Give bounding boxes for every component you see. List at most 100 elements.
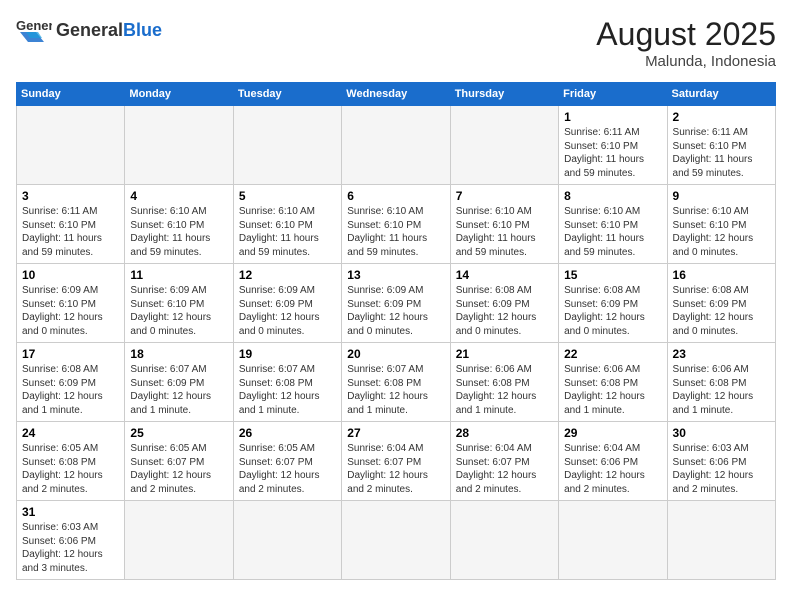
day-info: Sunrise: 6:05 AM Sunset: 6:07 PM Dayligh… [239, 442, 336, 496]
day-info: Sunrise: 6:11 AM Sunset: 6:10 PM Dayligh… [22, 205, 119, 259]
day-number: 3 [22, 189, 119, 203]
logo: General GeneralBlue [16, 16, 162, 44]
day-info: Sunrise: 6:10 AM Sunset: 6:10 PM Dayligh… [239, 205, 336, 259]
calendar-cell: 18 Sunrise: 6:07 AM Sunset: 6:09 PM Dayli… [125, 343, 233, 422]
calendar-cell: 6Sunrise: 6:10 AM Sunset: 6:10 PM Daylig… [342, 185, 450, 264]
day-info: Sunrise: 6:05 AM Sunset: 6:08 PM Dayligh… [22, 442, 119, 496]
calendar-cell: 29Sunrise: 6:04 AM Sunset: 6:06 PM Dayli… [559, 422, 667, 501]
calendar-cell [342, 106, 450, 185]
calendar-cell: 20Sunrise: 6:07 AM Sunset: 6:08 PM Dayli… [342, 343, 450, 422]
logo-text: GeneralBlue [56, 20, 162, 41]
day-number: 12 [239, 268, 336, 282]
day-info: Sunrise: 6:05 AM Sunset: 6:07 PM Dayligh… [130, 442, 227, 496]
calendar-cell [17, 106, 125, 185]
day-number: 31 [22, 505, 119, 519]
logo-icon: General [16, 16, 52, 44]
day-info: Sunrise: 6:09 AM Sunset: 6:10 PM Dayligh… [130, 284, 227, 338]
svg-text:General: General [16, 18, 52, 33]
calendar-cell [233, 501, 341, 580]
calendar-cell: 4Sunrise: 6:10 AM Sunset: 6:10 PM Daylig… [125, 185, 233, 264]
weekday-monday: Monday [125, 83, 233, 106]
calendar-week-6: 31 Sunrise: 6:03 AM Sunset: 6:06 PM Dayli… [17, 501, 776, 580]
day-number: 16 [673, 268, 770, 282]
day-info: Sunrise: 6:06 AM Sunset: 6:08 PM Dayligh… [564, 363, 661, 417]
calendar-week-5: 24Sunrise: 6:05 AM Sunset: 6:08 PM Dayli… [17, 422, 776, 501]
calendar-cell: 26 Sunrise: 6:05 AM Sunset: 6:07 PM Dayli… [233, 422, 341, 501]
page-header: General GeneralBlue August 2025 Malunda,… [16, 16, 776, 70]
day-info: Sunrise: 6:09 AM Sunset: 6:10 PM Dayligh… [22, 284, 119, 338]
calendar-cell: 16 Sunrise: 6:08 AM Sunset: 6:09 PM Dayli… [667, 264, 775, 343]
day-info: Sunrise: 6:08 AM Sunset: 6:09 PM Dayligh… [22, 363, 119, 417]
day-info: Sunrise: 6:03 AM Sunset: 6:06 PM Dayligh… [673, 442, 770, 496]
day-info: Sunrise: 6:04 AM Sunset: 6:07 PM Dayligh… [347, 442, 444, 496]
calendar-cell: 15Sunrise: 6:08 AM Sunset: 6:09 PM Dayli… [559, 264, 667, 343]
day-number: 26 [239, 426, 336, 440]
calendar-cell: 5 Sunrise: 6:10 AM Sunset: 6:10 PM Daylig… [233, 185, 341, 264]
calendar-cell [450, 106, 558, 185]
weekday-saturday: Saturday [667, 83, 775, 106]
day-info: Sunrise: 6:10 AM Sunset: 6:10 PM Dayligh… [564, 205, 661, 259]
day-info: Sunrise: 6:06 AM Sunset: 6:08 PM Dayligh… [673, 363, 770, 417]
calendar-header: SundayMondayTuesdayWednesdayThursdayFrid… [17, 83, 776, 106]
calendar-cell: 27 Sunrise: 6:04 AM Sunset: 6:07 PM Dayli… [342, 422, 450, 501]
month-year-title: August 2025 [596, 16, 776, 53]
weekday-header-row: SundayMondayTuesdayWednesdayThursdayFrid… [17, 83, 776, 106]
day-number: 30 [673, 426, 770, 440]
day-info: Sunrise: 6:11 AM Sunset: 6:10 PM Dayligh… [564, 126, 661, 180]
calendar-cell: 31 Sunrise: 6:03 AM Sunset: 6:06 PM Dayli… [17, 501, 125, 580]
weekday-thursday: Thursday [450, 83, 558, 106]
day-number: 27 [347, 426, 444, 440]
calendar-cell [342, 501, 450, 580]
day-number: 23 [673, 347, 770, 361]
day-number: 9 [673, 189, 770, 203]
title-area: August 2025 Malunda, Indonesia [596, 16, 776, 70]
day-number: 4 [130, 189, 227, 203]
weekday-tuesday: Tuesday [233, 83, 341, 106]
calendar-week-1: 1Sunrise: 6:11 AM Sunset: 6:10 PM Daylig… [17, 106, 776, 185]
calendar-cell [559, 501, 667, 580]
day-number: 20 [347, 347, 444, 361]
day-number: 19 [239, 347, 336, 361]
calendar-cell [125, 501, 233, 580]
day-number: 10 [22, 268, 119, 282]
day-info: Sunrise: 6:08 AM Sunset: 6:09 PM Dayligh… [673, 284, 770, 338]
day-info: Sunrise: 6:10 AM Sunset: 6:10 PM Dayligh… [456, 205, 553, 259]
day-info: Sunrise: 6:08 AM Sunset: 6:09 PM Dayligh… [456, 284, 553, 338]
day-info: Sunrise: 6:07 AM Sunset: 6:08 PM Dayligh… [239, 363, 336, 417]
day-number: 21 [456, 347, 553, 361]
calendar-cell: 21Sunrise: 6:06 AM Sunset: 6:08 PM Dayli… [450, 343, 558, 422]
calendar-cell [233, 106, 341, 185]
calendar-cell: 13Sunrise: 6:09 AM Sunset: 6:09 PM Dayli… [342, 264, 450, 343]
calendar-cell: 1Sunrise: 6:11 AM Sunset: 6:10 PM Daylig… [559, 106, 667, 185]
calendar-cell: 14Sunrise: 6:08 AM Sunset: 6:09 PM Dayli… [450, 264, 558, 343]
calendar-cell: 10 Sunrise: 6:09 AM Sunset: 6:10 PM Dayli… [17, 264, 125, 343]
day-number: 11 [130, 268, 227, 282]
calendar-week-3: 10 Sunrise: 6:09 AM Sunset: 6:10 PM Dayli… [17, 264, 776, 343]
day-info: Sunrise: 6:07 AM Sunset: 6:09 PM Dayligh… [130, 363, 227, 417]
day-number: 7 [456, 189, 553, 203]
day-number: 28 [456, 426, 553, 440]
day-info: Sunrise: 6:10 AM Sunset: 6:10 PM Dayligh… [673, 205, 770, 259]
day-info: Sunrise: 6:11 AM Sunset: 6:10 PM Dayligh… [673, 126, 770, 180]
day-info: Sunrise: 6:03 AM Sunset: 6:06 PM Dayligh… [22, 521, 119, 575]
day-info: Sunrise: 6:10 AM Sunset: 6:10 PM Dayligh… [347, 205, 444, 259]
calendar-cell: 24Sunrise: 6:05 AM Sunset: 6:08 PM Dayli… [17, 422, 125, 501]
day-info: Sunrise: 6:08 AM Sunset: 6:09 PM Dayligh… [564, 284, 661, 338]
day-number: 18 [130, 347, 227, 361]
calendar-cell: 22Sunrise: 6:06 AM Sunset: 6:08 PM Dayli… [559, 343, 667, 422]
day-number: 25 [130, 426, 227, 440]
day-number: 2 [673, 110, 770, 124]
calendar-week-2: 3 Sunrise: 6:11 AM Sunset: 6:10 PM Daylig… [17, 185, 776, 264]
weekday-wednesday: Wednesday [342, 83, 450, 106]
day-info: Sunrise: 6:04 AM Sunset: 6:07 PM Dayligh… [456, 442, 553, 496]
calendar-cell: 7 Sunrise: 6:10 AM Sunset: 6:10 PM Daylig… [450, 185, 558, 264]
calendar-cell: 3 Sunrise: 6:11 AM Sunset: 6:10 PM Daylig… [17, 185, 125, 264]
weekday-friday: Friday [559, 83, 667, 106]
day-number: 5 [239, 189, 336, 203]
calendar-cell: 19 Sunrise: 6:07 AM Sunset: 6:08 PM Dayli… [233, 343, 341, 422]
calendar-cell: 8 Sunrise: 6:10 AM Sunset: 6:10 PM Daylig… [559, 185, 667, 264]
calendar-cell: 9 Sunrise: 6:10 AM Sunset: 6:10 PM Daylig… [667, 185, 775, 264]
day-info: Sunrise: 6:09 AM Sunset: 6:09 PM Dayligh… [347, 284, 444, 338]
day-number: 8 [564, 189, 661, 203]
calendar-cell: 23 Sunrise: 6:06 AM Sunset: 6:08 PM Dayli… [667, 343, 775, 422]
